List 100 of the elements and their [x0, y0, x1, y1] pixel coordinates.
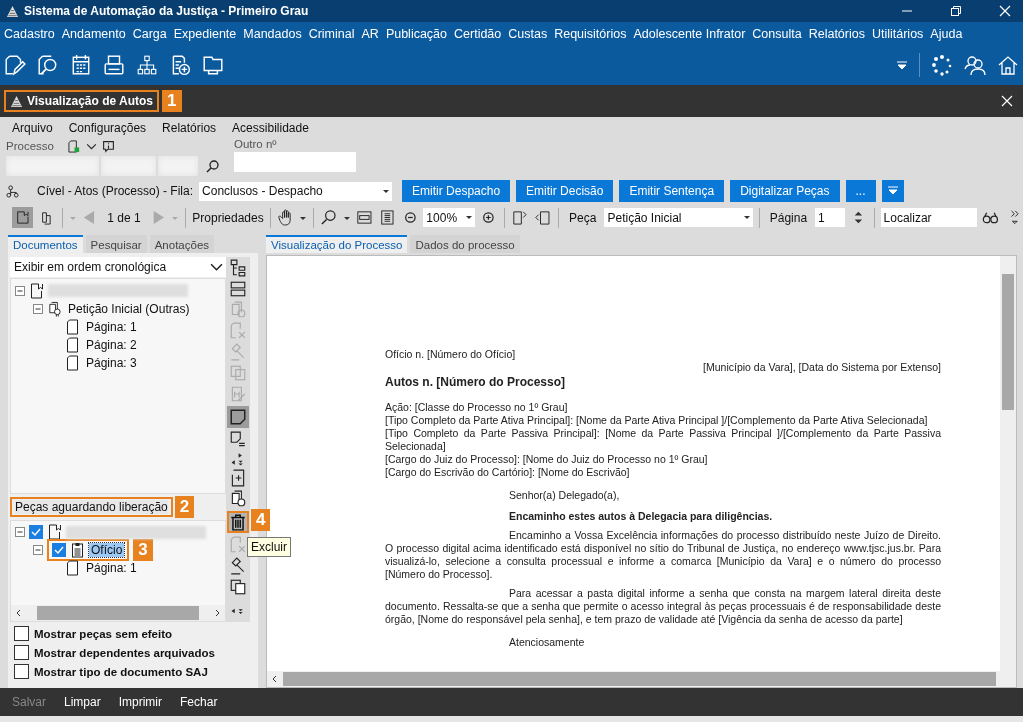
insert-page-icon[interactable]: [510, 208, 530, 227]
menu-item[interactable]: Configurações: [68, 120, 147, 135]
gavel-icon[interactable]: [229, 557, 247, 575]
checkbox[interactable]: [14, 626, 29, 641]
search-icon[interactable]: [206, 159, 220, 173]
scroll-left-icon[interactable]: [15, 609, 23, 617]
footer-button[interactable]: Imprimir: [118, 695, 163, 709]
collapse-icon[interactable]: [33, 303, 43, 314]
checkbox[interactable]: [14, 664, 29, 679]
collapse-icon[interactable]: [15, 285, 25, 296]
action-button[interactable]: Emitir Despacho: [402, 180, 511, 202]
menu-item[interactable]: Certidão: [454, 26, 502, 41]
menu-item[interactable]: Utilitários: [871, 26, 924, 41]
page-label: Página: [768, 210, 809, 225]
tab[interactable]: Pesquisar: [85, 235, 147, 253]
checkbox-label[interactable]: Mostrar peças sem efeito: [34, 627, 173, 640]
menu-item[interactable]: AR: [361, 26, 379, 41]
note-icon[interactable]: [227, 406, 249, 428]
action-button[interactable]: ...: [845, 180, 876, 202]
note-list-icon[interactable]: [229, 431, 247, 449]
other-number-field[interactable]: [234, 152, 356, 172]
queue-select[interactable]: Conclusos - Despacho: [199, 181, 393, 201]
users-icon[interactable]: [964, 54, 986, 76]
footer-button[interactable]: Limpar: [64, 695, 101, 709]
scroll-left-icon[interactable]: [271, 675, 279, 683]
caret-down-icon[interactable]: [742, 213, 751, 221]
calendar-icon[interactable]: [70, 54, 92, 76]
document-tab-title[interactable]: Visualização de Autos: [27, 94, 154, 108]
extract-page-icon[interactable]: [533, 208, 553, 227]
restore-icon[interactable]: [950, 5, 962, 17]
hierarchy-icon[interactable]: [136, 54, 158, 76]
tab[interactable]: Documentos: [8, 235, 83, 253]
tab[interactable]: Visualização do Processo: [266, 235, 408, 253]
page-view-icon[interactable]: [12, 207, 33, 228]
action-button[interactable]: Emitir Sentença: [619, 180, 725, 202]
checkbox[interactable]: [52, 543, 66, 558]
menu-item[interactable]: Mandados: [243, 26, 302, 41]
menu-item[interactable]: Relatórios: [162, 120, 217, 135]
piece-select[interactable]: Petição Inicial: [604, 208, 753, 227]
home-icon[interactable]: [997, 54, 1019, 76]
checkbox[interactable]: [14, 645, 29, 660]
tree-view-icon[interactable]: [229, 259, 247, 277]
tree-item[interactable]: Petição Inicial (Outras): [66, 301, 192, 316]
search-document-icon[interactable]: [37, 54, 59, 76]
checkbox[interactable]: [29, 525, 43, 540]
scroll-arrows-icon[interactable]: [231, 452, 245, 466]
document-icon[interactable]: [67, 139, 81, 153]
tree-item[interactable]: Página: 1: [84, 561, 139, 576]
copy-icon[interactable]: [229, 578, 247, 596]
close-icon[interactable]: [999, 5, 1011, 17]
edit-document-icon[interactable]: [4, 54, 26, 76]
tab[interactable]: Dados do processo: [410, 235, 520, 253]
scroll-right-icon[interactable]: [213, 609, 221, 617]
collapse-icon[interactable]: [15, 527, 25, 538]
checkbox-label[interactable]: Mostrar dependentes arquivados: [34, 646, 215, 659]
close-icon[interactable]: [1001, 95, 1013, 107]
menu-item[interactable]: Requisitórios: [554, 26, 627, 41]
checkbox-label[interactable]: Mostrar tipo de documento SAJ: [34, 665, 208, 678]
page-icon: [65, 318, 80, 335]
info-icon[interactable]: [101, 139, 115, 153]
tree-item[interactable]: Página: 2: [84, 337, 139, 352]
expand-button[interactable]: [881, 180, 904, 202]
footer-button[interactable]: Fechar: [180, 695, 218, 709]
find-field[interactable]: Localizar: [880, 208, 978, 227]
add-page-icon[interactable]: [229, 469, 247, 487]
zoom-select[interactable]: 100%: [423, 208, 475, 227]
folder-icon[interactable]: [202, 54, 224, 76]
menu-item[interactable]: Custas: [508, 26, 548, 41]
collapse-icon[interactable]: [33, 545, 43, 556]
menu-item[interactable]: Arquivo: [12, 120, 53, 135]
menu-item[interactable]: Consulta: [752, 26, 802, 41]
horizontal-scrollbar[interactable]: [267, 671, 1016, 687]
menu-item[interactable]: Cadastro: [4, 26, 55, 41]
page-field[interactable]: 1: [815, 208, 845, 227]
certificate-icon[interactable]: [229, 490, 247, 508]
tree-item[interactable]: Página: 3: [84, 355, 139, 370]
menu-item[interactable]: Publicação: [385, 26, 448, 41]
tree-item[interactable]: Ofício: [89, 543, 125, 558]
menu-item[interactable]: Adolescente Infrator: [633, 26, 746, 41]
properties-button[interactable]: Propriedades: [192, 210, 264, 225]
caret-down-icon[interactable]: [464, 213, 473, 221]
printer-icon[interactable]: [103, 54, 125, 76]
menu-item[interactable]: Criminal: [308, 26, 355, 41]
menu-item[interactable]: Andamento: [61, 26, 126, 41]
vertical-scrollbar[interactable]: [1000, 256, 1016, 671]
horizontal-scrollbar[interactable]: [11, 605, 225, 621]
fit-width-icon[interactable]: [355, 208, 374, 227]
order-select[interactable]: Exibir em ordem cronológica: [10, 257, 226, 277]
dropdown-icon[interactable]: [896, 59, 908, 71]
list-view-icon[interactable]: [229, 280, 247, 298]
menu-item[interactable]: Expediente: [173, 26, 237, 41]
chevron-down-icon[interactable]: [210, 261, 223, 274]
menu-item[interactable]: Acessibilidade: [232, 120, 309, 135]
menu-item[interactable]: Carga: [132, 26, 167, 41]
menu-item[interactable]: Relatórios: [808, 26, 865, 41]
action-button[interactable]: Digitalizar Peças: [730, 180, 840, 202]
tree-item[interactable]: Página: 1: [84, 319, 139, 334]
action-button[interactable]: Emitir Decisão: [516, 180, 614, 202]
menu-item[interactable]: Ajuda: [930, 26, 963, 41]
tab[interactable]: Anotações: [149, 235, 215, 253]
